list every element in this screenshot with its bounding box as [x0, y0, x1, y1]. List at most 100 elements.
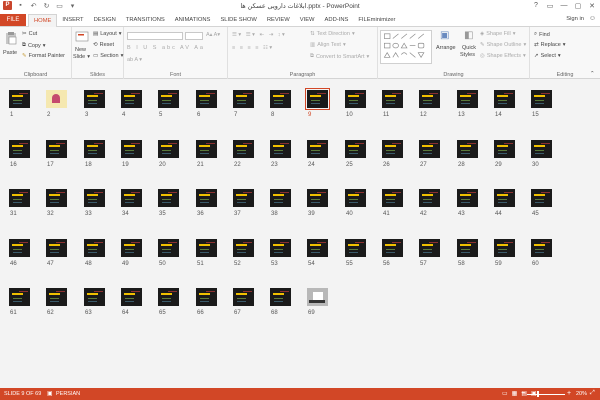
normal-view-icon[interactable]: ▭: [502, 390, 508, 397]
tab-animations[interactable]: ANIMATIONS: [170, 14, 216, 26]
maximize-button[interactable]: ▢: [572, 0, 584, 11]
shape-outline-button[interactable]: ✎ Shape Outline ▾: [480, 42, 526, 48]
slide-thumbnail[interactable]: [158, 90, 179, 108]
slide-thumbnail[interactable]: [494, 189, 515, 207]
slide-thumbnail[interactable]: [419, 239, 440, 257]
zoom-in-button[interactable]: +: [567, 390, 571, 397]
slide-thumbnail[interactable]: [419, 90, 440, 108]
slide-thumbnail[interactable]: [345, 140, 366, 158]
slide-thumbnail[interactable]: [158, 288, 179, 306]
slide-thumbnail[interactable]: [531, 239, 552, 257]
zoom-out-button[interactable]: −: [521, 390, 525, 397]
slide-thumbnail[interactable]: [494, 90, 515, 108]
shape-effects-button[interactable]: ◎ Shape Effects ▾: [480, 53, 526, 59]
tab-review[interactable]: REVIEW: [262, 14, 295, 26]
slide-thumbnail[interactable]: [233, 288, 254, 306]
font-grow-shrink-buttons[interactable]: A▴ A▾: [206, 32, 220, 38]
slide-thumbnail[interactable]: [382, 140, 403, 158]
slide-thumbnail[interactable]: [233, 140, 254, 158]
slide-thumbnail[interactable]: [307, 140, 328, 158]
list-buttons[interactable]: ☰▾ ☰▾ ⇤ ⇥ ↕▾: [232, 32, 286, 38]
slide-thumbnail[interactable]: [46, 189, 67, 207]
smiley-feedback-icon[interactable]: ☺: [589, 15, 596, 22]
slide-thumbnail[interactable]: [121, 239, 142, 257]
tab-insert[interactable]: INSERT: [57, 14, 88, 26]
fit-to-window-icon[interactable]: ⤢: [590, 390, 595, 397]
slide-thumbnail[interactable]: [494, 239, 515, 257]
slide-thumbnail[interactable]: [121, 288, 142, 306]
collapse-ribbon-icon[interactable]: ⌃: [590, 71, 595, 77]
slide-thumbnail[interactable]: [305, 88, 330, 110]
ribbon-display-options-button[interactable]: ▭: [544, 0, 556, 11]
minimize-button[interactable]: —: [558, 0, 570, 11]
slide-thumbnail[interactable]: [270, 140, 291, 158]
slide-thumbnail[interactable]: [46, 239, 67, 257]
tab-home[interactable]: HOME: [28, 14, 58, 27]
slide-thumbnail[interactable]: [345, 239, 366, 257]
slide-thumbnail[interactable]: [9, 288, 30, 306]
quick-styles-button[interactable]: ◧: [464, 30, 473, 41]
slide-thumbnail[interactable]: [233, 189, 254, 207]
slide-thumbnail[interactable]: [9, 90, 30, 108]
format-painter-button[interactable]: ✎ Format Painter: [22, 53, 65, 59]
slide-thumbnail[interactable]: [196, 239, 217, 257]
text-direction-button[interactable]: ⇅ Text Direction ▾: [310, 31, 355, 37]
tab-transitions[interactable]: TRANSITIONS: [121, 14, 170, 26]
slide-thumbnail[interactable]: [84, 140, 105, 158]
convert-smartart-button[interactable]: ⧉ Convert to SmartArt ▾: [310, 53, 369, 60]
slide-thumbnail[interactable]: [457, 140, 478, 158]
slide-thumbnail[interactable]: [84, 288, 105, 306]
slide-thumbnail[interactable]: [531, 140, 552, 158]
copy-button[interactable]: ⧉ Copy ▾: [22, 42, 46, 49]
close-button[interactable]: ✕: [586, 0, 598, 11]
layout-button[interactable]: ▤ Layout ▾: [93, 31, 121, 37]
slide-thumbnail[interactable]: [382, 90, 403, 108]
slide-thumbnail[interactable]: [121, 189, 142, 207]
font-color-buttons[interactable]: ab A ▾: [127, 57, 142, 63]
slide-thumbnail[interactable]: [84, 239, 105, 257]
slide-thumbnail[interactable]: [233, 90, 254, 108]
new-slide-dropdown[interactable]: Slide ▾: [73, 54, 90, 60]
slide-thumbnail[interactable]: [307, 239, 328, 257]
slide-thumbnail[interactable]: [158, 140, 179, 158]
slide-thumbnail[interactable]: [531, 189, 552, 207]
shapes-gallery[interactable]: [380, 30, 432, 64]
tab-file[interactable]: FILE: [0, 14, 26, 26]
slide-thumbnail[interactable]: [196, 90, 217, 108]
cut-button[interactable]: ✂ Cut: [22, 31, 37, 37]
slide-thumbnail[interactable]: [419, 140, 440, 158]
slide-thumbnail[interactable]: [419, 189, 440, 207]
slide-thumbnail[interactable]: [457, 90, 478, 108]
tab-design[interactable]: DESIGN: [89, 14, 121, 26]
slide-thumbnail[interactable]: [196, 140, 217, 158]
new-slide-button[interactable]: New: [75, 47, 86, 53]
slide-thumbnail[interactable]: [307, 288, 328, 306]
slide-thumbnail[interactable]: [494, 140, 515, 158]
slide-thumbnail[interactable]: [158, 239, 179, 257]
font-format-buttons[interactable]: B I U S abc AV Aa: [127, 45, 205, 51]
zoom-slider-thumb[interactable]: [537, 391, 539, 397]
slide-thumbnail[interactable]: [270, 239, 291, 257]
slide-thumbnail[interactable]: [9, 239, 30, 257]
slide-thumbnail[interactable]: [84, 189, 105, 207]
slide-thumbnail[interactable]: [270, 90, 291, 108]
zoom-slider[interactable]: [527, 394, 565, 395]
align-text-button[interactable]: ▥ Align Text ▾: [310, 42, 346, 48]
tab-view[interactable]: VIEW: [295, 14, 320, 26]
language-status[interactable]: PERSIAN: [56, 391, 80, 397]
slide-thumbnail[interactable]: [233, 239, 254, 257]
replace-button[interactable]: ⇄ Replace ▾: [534, 42, 566, 48]
shape-fill-button[interactable]: ◈ Shape Fill ▾: [480, 31, 515, 37]
paste-button[interactable]: Paste: [3, 50, 17, 56]
paste-icon[interactable]: [4, 31, 18, 45]
slide-thumbnail[interactable]: [84, 90, 105, 108]
tab-fileminimizer[interactable]: FILEminimizer: [353, 14, 400, 26]
proofing-icon[interactable]: ▣: [47, 390, 53, 397]
slide-thumbnail[interactable]: [270, 288, 291, 306]
slide-thumbnail[interactable]: [345, 90, 366, 108]
slide-thumbnail[interactable]: [382, 189, 403, 207]
slide-thumbnail[interactable]: [382, 239, 403, 257]
sign-in-link[interactable]: Sign in: [566, 16, 584, 22]
font-name-field[interactable]: [127, 32, 183, 40]
slide-thumbnail[interactable]: [457, 239, 478, 257]
